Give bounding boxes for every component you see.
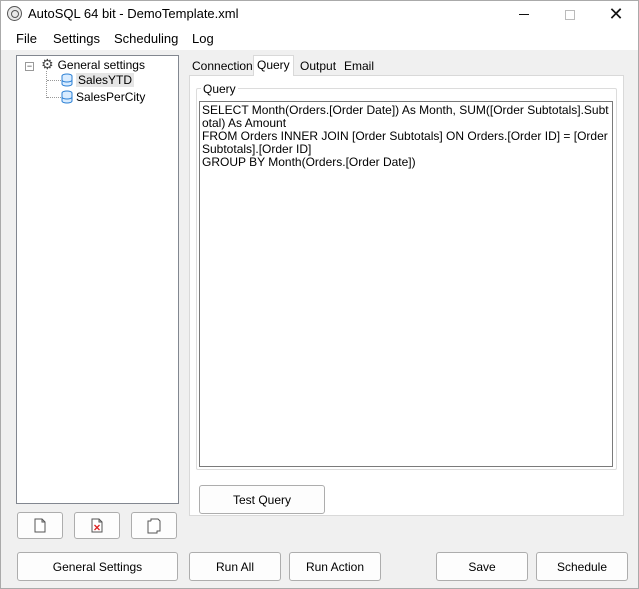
tab-connection[interactable]: Connection [189,57,256,75]
tree-node-salesytd[interactable]: SalesYTD [61,72,135,88]
database-icon [61,73,73,87]
tree-node-label: General settings [57,58,145,72]
tab-email[interactable]: Email [341,57,377,75]
tree-connector [47,97,61,98]
app-icon [7,6,22,21]
run-action-button[interactable]: Run Action [289,552,381,581]
minimize-button[interactable] [501,1,547,28]
copy-document-icon [147,518,161,533]
delete-item-button[interactable] [74,512,120,539]
database-icon [61,90,73,104]
save-button[interactable]: Save [436,552,528,581]
maximize-button[interactable] [547,1,593,28]
tree-node-label: SalesYTD [76,73,135,87]
tree-node-salespercity[interactable]: SalesPerCity [61,89,145,105]
minimize-icon [519,14,529,15]
tab-query[interactable]: Query [253,55,294,76]
gear-icon: ⚙ [41,57,54,73]
new-item-button[interactable] [17,512,63,539]
tree-connector [47,80,61,81]
menu-scheduling[interactable]: Scheduling [114,31,178,46]
run-all-button[interactable]: Run All [189,552,281,581]
title-bar: AutoSQL 64 bit - DemoTemplate.xml ✕ [1,1,638,28]
app-window: AutoSQL 64 bit - DemoTemplate.xml ✕ File… [0,0,639,589]
delete-document-icon [91,518,103,533]
new-document-icon [34,518,46,533]
maximize-icon [565,9,575,20]
window-title: AutoSQL 64 bit - DemoTemplate.xml [28,6,239,21]
query-group-title: Query [201,82,238,96]
menu-log[interactable]: Log [192,31,214,46]
menu-file[interactable]: File [16,31,37,46]
schedule-button[interactable]: Schedule [536,552,628,581]
query-textarea[interactable]: SELECT Month(Orders.[Order Date]) As Mon… [199,101,613,467]
close-icon: ✕ [608,3,624,25]
tree-node-label: SalesPerCity [76,90,146,104]
test-query-button[interactable]: Test Query [199,485,325,514]
menu-settings[interactable]: Settings [53,31,100,46]
tab-output[interactable]: Output [297,57,339,75]
menu-bar: File Settings Scheduling Log [1,28,638,50]
tree-node-general-settings[interactable]: ⚙ General settings [41,57,145,73]
template-tree[interactable]: − ⚙ General settings SalesYTD SalesPerCi… [16,55,179,504]
collapse-toggle[interactable]: − [25,62,34,71]
copy-item-button[interactable] [131,512,177,539]
tree-connector [46,71,47,98]
general-settings-button[interactable]: General Settings [17,552,178,581]
close-button[interactable]: ✕ [593,1,639,28]
